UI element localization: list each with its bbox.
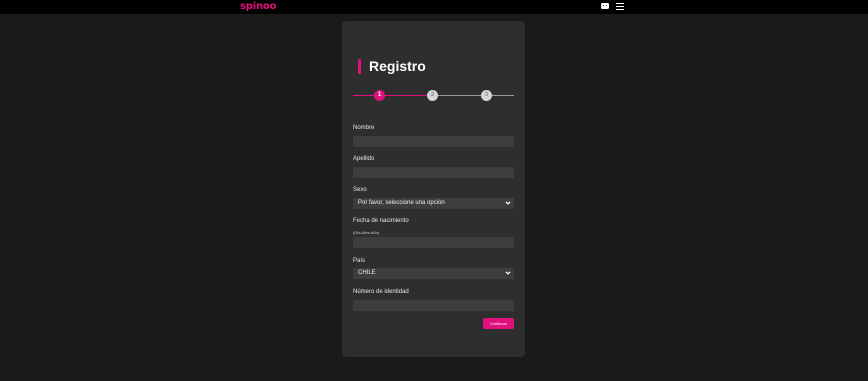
- nombre-input[interactable]: [353, 136, 514, 147]
- apellido-label: Apellido: [353, 156, 375, 162]
- page-title: Registro: [369, 58, 426, 74]
- nombre-label: Nombre: [353, 125, 375, 131]
- apellido-input[interactable]: [353, 167, 514, 178]
- stepper-line-pending: [433, 95, 514, 96]
- fecha-format-hint: (Día-Mes-Año): [353, 230, 380, 235]
- continuar-button[interactable]: Continuar: [483, 318, 514, 329]
- sexo-label: Sexo: [353, 187, 367, 193]
- stepper-line-active: [385, 95, 433, 96]
- step-1: 1: [374, 90, 385, 101]
- fecha-nacimiento-label: Fecha de nacimiento: [353, 218, 409, 224]
- registration-card: Registro 1 2 3 Nombre Apellido Sexo Por …: [342, 21, 525, 357]
- step-2: 2: [427, 90, 438, 101]
- hamburger-menu-icon[interactable]: [616, 2, 624, 11]
- spinoo-logo[interactable]: spinoo: [240, 1, 276, 12]
- numero-identidad-label: Número de identidad: [353, 289, 409, 295]
- pais-select[interactable]: CHILE: [353, 268, 514, 279]
- fecha-nacimiento-input[interactable]: [353, 237, 514, 248]
- step-3: 3: [481, 90, 492, 101]
- sexo-select[interactable]: Por favor, seleccione una opción: [353, 198, 514, 209]
- title-accent-bar: [358, 59, 361, 74]
- pais-label: País: [353, 258, 366, 264]
- top-bar: spinoo: [0, 0, 868, 14]
- sexo-selected-value: Por favor, seleccione una opción: [358, 200, 445, 206]
- chat-icon[interactable]: [601, 3, 609, 9]
- chevron-down-icon: [505, 271, 511, 275]
- numero-identidad-input[interactable]: [353, 300, 514, 311]
- pais-selected-value: CHILE: [358, 270, 376, 276]
- chevron-down-icon: [505, 201, 511, 205]
